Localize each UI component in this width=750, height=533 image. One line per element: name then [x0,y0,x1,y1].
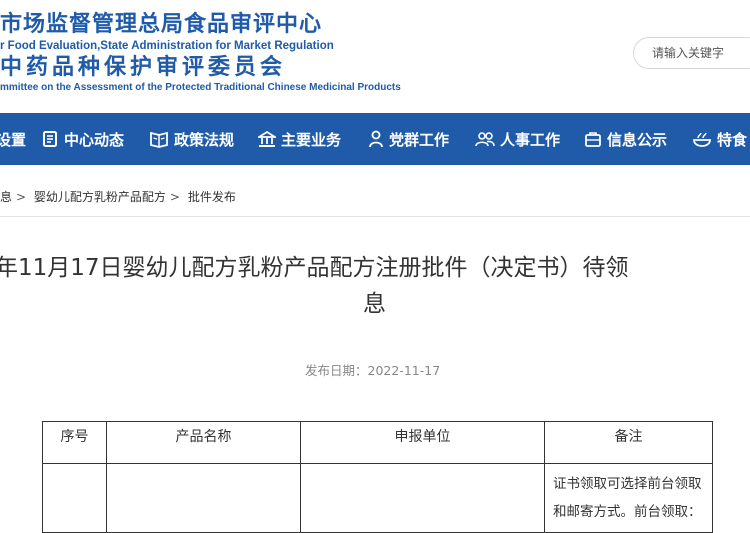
nav-item-main-business[interactable]: 主要业务 [258,113,341,165]
article-title-line1: 年11月17日婴幼儿配方乳粉产品配方注册批件（决定书）待领 [0,255,629,281]
nav-item-label: 主要业务 [281,130,342,149]
nav-item-label: 设置 [0,130,27,149]
site-subtitle-cn: 中药品种保护审评委员会 [0,55,287,80]
remarks-line: 证书领取可选择前台领取 [553,476,702,492]
nav-item-party-work[interactable]: 党群工作 [368,113,449,165]
breadcrumb: 息 > 婴幼儿配方乳粉产品配方 > 批件发布 [0,188,240,205]
nav-item-label: 信息公示 [607,130,668,149]
article-title-line2: 息 [363,291,386,317]
site-header: 市场监督管理总局食品审评中心 r Food Evaluation,State A… [0,0,750,113]
search-input[interactable] [633,37,750,69]
nav-item-label: 党群工作 [389,130,450,149]
nav-item-policies[interactable]: 政策法规 [149,113,234,165]
remarks-line: 和邮寄方式。前台领取： [553,504,702,520]
site-title-cn: 市场监督管理总局食品审评中心 [0,12,323,37]
breadcrumb-current[interactable]: 批件发布 [188,190,236,204]
nav-item-label: 政策法规 [174,130,235,149]
nav-item-label: 中心动态 [64,130,125,149]
people-icon [475,132,495,147]
breadcrumb-separator: > [16,190,27,204]
nav-item-label: 人事工作 [500,130,561,149]
book-icon [150,131,168,148]
content-divider [0,216,750,217]
table-header-remarks: 备注 [544,421,713,464]
table-cell-applicant [300,463,545,533]
breadcrumb-separator: > [169,190,180,204]
document-icon [43,131,57,147]
person-icon [369,130,383,148]
table-cell-index [42,463,107,533]
nav-item-label: 特食 [717,130,748,149]
nav-item-settings[interactable]: 设置 [0,113,26,165]
site-subtitle-en: mmittee on the Assessment of the Protect… [0,82,401,93]
main-nav: 设置 中心动态 政策法规 主要业务 党群工作 人事工作 信息公示 特食 [0,113,750,165]
site-title-en: r Food Evaluation,State Administration f… [0,40,334,52]
breadcrumb-item[interactable]: 息 [0,190,12,204]
briefcase-icon [585,132,601,147]
publish-date: 发布日期：2022-11-17 [305,363,441,378]
food-icon [693,132,711,147]
nav-item-hr-work[interactable]: 人事工作 [475,113,560,165]
table-header-product-name: 产品名称 [106,421,301,464]
nav-item-special-food[interactable]: 特食 [692,113,747,165]
nav-item-center-news[interactable]: 中心动态 [41,113,124,165]
table-header-index: 序号 [42,421,107,464]
breadcrumb-item[interactable]: 婴幼儿配方乳粉产品配方 [34,190,166,204]
building-icon [258,130,276,147]
table-cell-product-name [106,463,301,533]
nav-item-info-disclosure[interactable]: 信息公示 [584,113,667,165]
table-header-applicant: 申报单位 [300,421,545,464]
table-cell-remarks: 证书领取可选择前台领取 和邮寄方式。前台领取： [544,463,713,533]
